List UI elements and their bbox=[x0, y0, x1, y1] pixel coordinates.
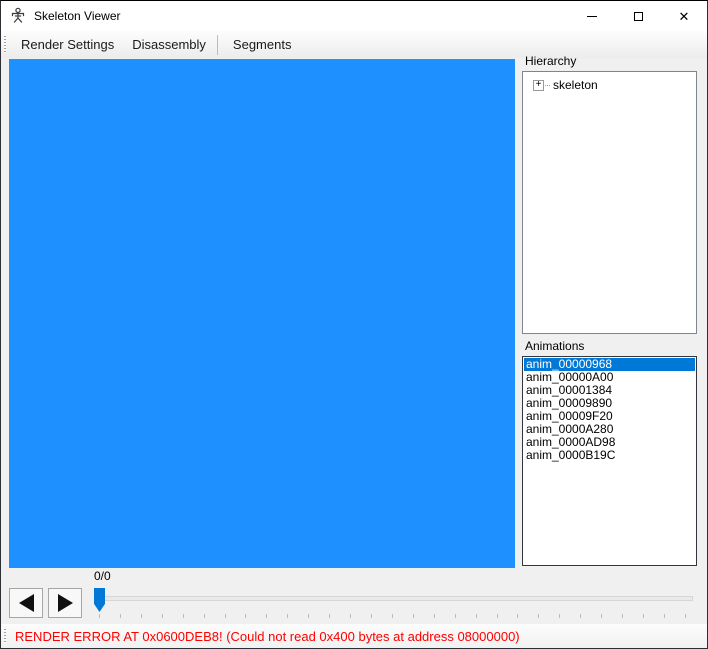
tick-mark bbox=[413, 614, 414, 618]
hierarchy-label: Hierarchy bbox=[525, 54, 576, 68]
prev-frame-button[interactable] bbox=[9, 588, 43, 618]
tick-mark bbox=[266, 614, 267, 618]
tick-mark bbox=[183, 614, 184, 618]
tick-mark bbox=[664, 614, 665, 618]
maximize-icon bbox=[634, 12, 643, 21]
window-title: Skeleton Viewer bbox=[34, 9, 121, 23]
app-window: Skeleton Viewer ✕ Render Settings Disass… bbox=[0, 0, 708, 649]
tree-node-label: skeleton bbox=[553, 78, 598, 92]
frame-slider-thumb[interactable] bbox=[94, 588, 105, 612]
render-error-message: RENDER ERROR AT 0x0600DEB8! (Could not r… bbox=[15, 629, 520, 644]
tick-mark bbox=[622, 614, 623, 618]
menu-render-settings[interactable]: Render Settings bbox=[14, 33, 121, 56]
tick-mark bbox=[392, 614, 393, 618]
tick-mark bbox=[99, 614, 100, 618]
tick-mark bbox=[601, 614, 602, 618]
minimize-button[interactable] bbox=[569, 1, 615, 31]
close-icon: ✕ bbox=[679, 10, 690, 23]
toolstrip-grip-icon[interactable] bbox=[4, 36, 6, 53]
next-frame-button[interactable] bbox=[48, 588, 82, 618]
tick-mark bbox=[308, 614, 309, 618]
statusbar-grip-icon bbox=[4, 629, 6, 644]
next-arrow-icon bbox=[58, 594, 73, 612]
tick-mark bbox=[455, 614, 456, 618]
animations-label: Animations bbox=[525, 339, 584, 353]
tick-mark bbox=[225, 614, 226, 618]
tree-node-skeleton[interactable]: + skeleton bbox=[533, 78, 696, 92]
tick-mark bbox=[643, 614, 644, 618]
tick-mark bbox=[538, 614, 539, 618]
tick-mark bbox=[245, 614, 246, 618]
tick-mark bbox=[371, 614, 372, 618]
tree-expander-icon[interactable]: + bbox=[533, 80, 544, 91]
tick-mark bbox=[162, 614, 163, 618]
tick-mark bbox=[434, 614, 435, 618]
slider-ticks bbox=[99, 614, 686, 618]
menu-toolstrip: Render Settings Disassembly Segments bbox=[1, 31, 707, 58]
tick-mark bbox=[580, 614, 581, 618]
menu-segments[interactable]: Segments bbox=[226, 33, 299, 56]
titlebar: Skeleton Viewer ✕ bbox=[1, 1, 707, 31]
minimize-icon bbox=[587, 16, 597, 17]
tick-mark bbox=[287, 614, 288, 618]
tick-mark bbox=[204, 614, 205, 618]
skeleton-app-icon bbox=[9, 7, 27, 25]
caption-buttons: ✕ bbox=[569, 1, 707, 31]
tick-mark bbox=[141, 614, 142, 618]
tick-mark bbox=[329, 614, 330, 618]
hierarchy-treeview[interactable]: + skeleton bbox=[522, 71, 697, 334]
tick-mark bbox=[497, 614, 498, 618]
close-button[interactable]: ✕ bbox=[661, 1, 707, 31]
tick-mark bbox=[517, 614, 518, 618]
status-bar: RENDER ERROR AT 0x0600DEB8! (Could not r… bbox=[1, 624, 707, 648]
tick-mark bbox=[120, 614, 121, 618]
menu-separator bbox=[217, 35, 218, 55]
tree-connector bbox=[545, 85, 550, 86]
tick-mark bbox=[685, 614, 686, 618]
tick-mark bbox=[350, 614, 351, 618]
maximize-button[interactable] bbox=[615, 1, 661, 31]
animations-listbox[interactable]: anim_00000968anim_00000A00anim_00001384a… bbox=[522, 356, 697, 566]
frame-counter-label: 0/0 bbox=[94, 569, 111, 583]
render-viewport[interactable] bbox=[9, 59, 515, 568]
tick-mark bbox=[559, 614, 560, 618]
list-item[interactable]: anim_0000B19C bbox=[524, 449, 695, 462]
frame-slider-track[interactable] bbox=[94, 596, 693, 601]
menu-disassembly[interactable]: Disassembly bbox=[125, 33, 213, 56]
tick-mark bbox=[476, 614, 477, 618]
prev-arrow-icon bbox=[19, 594, 34, 612]
